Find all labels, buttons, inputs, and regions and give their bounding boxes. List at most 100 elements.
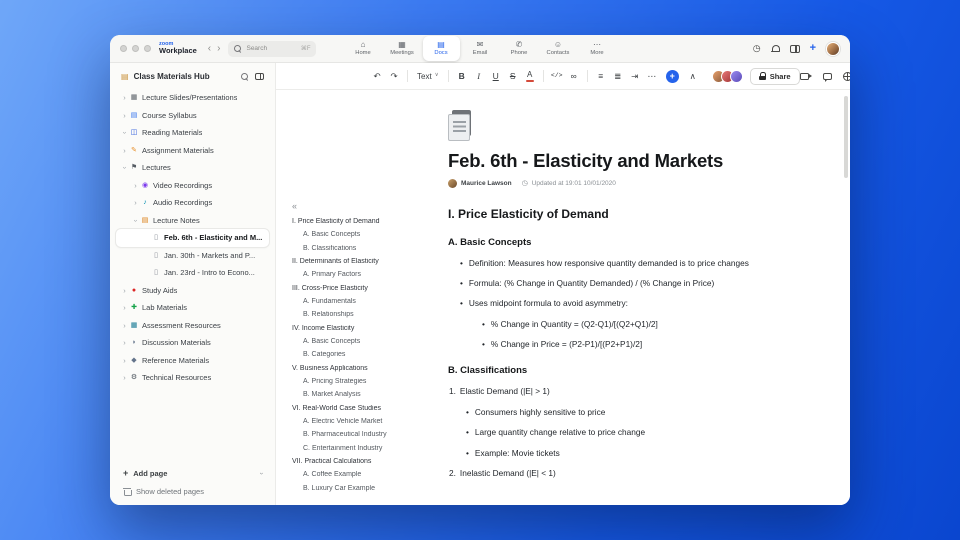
panel-toggle-icon[interactable] [789, 44, 800, 53]
outline-item[interactable]: A. Basic Concepts [292, 338, 446, 346]
chevron-down-icon[interactable]: › [120, 128, 129, 137]
strikethrough-button[interactable]: S [506, 68, 520, 84]
sidebar-item[interactable]: › ◉ Video Recordings [116, 177, 269, 195]
chevron-down-icon[interactable]: › [257, 472, 264, 474]
tab-contacts[interactable]: ☺ Contacts [540, 36, 577, 61]
sidebar-item[interactable]: › ⚙ Technical Resources [116, 369, 269, 387]
bullet-item[interactable]: • % Change in Price = (P2-P1)/[(P2+P1)/2… [448, 339, 780, 350]
bullet-item[interactable]: • Large quantity change relative to pric… [448, 427, 780, 438]
bullet-item[interactable]: • Example: Movie tickets [448, 448, 780, 459]
scrollbar-thumb[interactable] [844, 96, 848, 178]
redo-button[interactable]: ↷ [387, 68, 401, 84]
tab-meetings[interactable]: ▦ Meetings [384, 36, 421, 61]
numbered-item[interactable]: 1. Elastic Demand (|E| > 1) [448, 386, 780, 397]
bullet-list-button[interactable]: ≡ [594, 68, 608, 84]
recents-clock-icon[interactable]: ◷ [753, 44, 761, 53]
collaborator-avatar[interactable] [729, 69, 743, 83]
sidebar-item[interactable]: › ▤ Course Syllabus [116, 107, 269, 125]
collapse-outline-icon[interactable]: « [292, 202, 446, 211]
outline-item[interactable]: A. Pricing Strategies [292, 378, 446, 386]
sidebar-collapse-icon[interactable] [255, 73, 264, 80]
sidebar-item[interactable]: › ▤ Lecture Notes [116, 212, 269, 230]
chevron-right-icon[interactable]: › [120, 111, 129, 120]
sidebar-item[interactable]: › ◗ Discussion Materials [116, 334, 269, 352]
forward-button[interactable]: › [214, 43, 223, 54]
chevron-right-icon[interactable]: › [120, 356, 129, 365]
close-window-button[interactable] [120, 45, 127, 52]
outline-item[interactable]: B. Classifications [292, 245, 446, 253]
text-style-dropdown[interactable]: Text ∨ [414, 72, 442, 81]
outline-item[interactable]: B. Categories [292, 351, 446, 359]
sidebar-item[interactable]: › ● Study Aids [116, 282, 269, 300]
chevron-right-icon[interactable]: › [120, 146, 129, 155]
outline-item[interactable]: B. Market Analysis [292, 391, 446, 399]
undo-button[interactable]: ↶ [370, 68, 384, 84]
text-color-button[interactable]: A [523, 68, 537, 84]
heading-3[interactable]: B. Classifications [448, 365, 780, 376]
sidebar-item[interactable]: › ▦ Lecture Slides/Presentations [116, 89, 269, 107]
outline-item[interactable]: A. Electric Vehicle Market [292, 418, 446, 426]
sidebar-item[interactable]: ▯ Jan. 30th - Markets and P... [116, 247, 269, 265]
sidebar-search-icon[interactable] [241, 72, 249, 81]
bullet-item[interactable]: • Definition: Measures how responsive qu… [448, 258, 780, 269]
chevron-right-icon[interactable]: › [120, 304, 129, 312]
share-button[interactable]: Share [749, 67, 800, 85]
globe-icon[interactable] [842, 71, 850, 81]
tab-phone[interactable]: ✆ Phone [501, 36, 538, 61]
notifications-bell-icon[interactable] [770, 44, 781, 53]
outline-item[interactable]: IV. Income Elasticity [292, 325, 446, 333]
bold-button[interactable]: B [455, 68, 469, 84]
sidebar-item[interactable]: › ✚ Lab Materials [116, 299, 269, 317]
outline-item[interactable]: VII. Practical Calculations [292, 458, 446, 466]
chevron-right-icon[interactable]: › [131, 181, 140, 190]
back-button[interactable]: ‹ [205, 43, 214, 54]
outline-item[interactable]: I. Price Elasticity of Demand [292, 218, 446, 226]
sidebar-item[interactable]: ▯ Jan. 23rd - Intro to Econo... [116, 264, 269, 282]
sidebar-item[interactable]: › ◫ Reading Materials [116, 124, 269, 142]
outline-item[interactable]: B. Pharmaceutical Industry [292, 431, 446, 439]
user-avatar[interactable] [826, 41, 840, 56]
sidebar-item[interactable]: › ⚑ Lectures [116, 159, 269, 177]
tab-more[interactable]: ⋯ More [579, 36, 616, 61]
sidebar-item[interactable]: ▯ Feb. 6th - Elasticity and M... [116, 229, 269, 247]
sidebar-item[interactable]: › ✎ Assignment Materials [116, 142, 269, 160]
outline-item[interactable]: II. Determinants of Elasticity [292, 258, 446, 266]
indent-button[interactable]: ⇥ [628, 68, 642, 84]
outline-item[interactable]: V. Business Applications [292, 365, 446, 373]
chevron-right-icon[interactable]: › [120, 286, 129, 295]
tab-docs[interactable]: ▤ Docs [422, 36, 460, 61]
sidebar-item[interactable]: › ▦ Assessment Resources [116, 317, 269, 335]
bullet-item[interactable]: • Uses midpoint formula to avoid asymmet… [448, 298, 780, 309]
chevron-right-icon[interactable]: › [120, 321, 129, 330]
chevron-right-icon[interactable]: › [131, 199, 140, 207]
tab-home[interactable]: ⌂ Home [345, 36, 382, 61]
chevron-right-icon[interactable]: › [120, 339, 129, 347]
global-search-input[interactable]: Search ⌘F [228, 40, 317, 57]
bullet-item[interactable]: • % Change in Quantity = (Q2-Q1)/[(Q2+Q1… [448, 319, 780, 330]
outline-item[interactable]: B. Luxury Car Example [292, 485, 446, 493]
heading-3[interactable]: A. Basic Concepts [448, 237, 780, 248]
numbered-item[interactable]: 2. Inelastic Demand (|E| < 1) [448, 468, 780, 479]
outline-item[interactable]: A. Primary Factors [292, 271, 446, 279]
outline-item[interactable]: B. Relationships [292, 311, 446, 319]
sidebar-item[interactable]: › ◆ Reference Materials [116, 352, 269, 370]
document-title[interactable]: Feb. 6th - Elasticity and Markets [448, 151, 780, 171]
outline-item[interactable]: A. Basic Concepts [292, 231, 446, 239]
outline-item[interactable]: III. Cross-Price Elasticity [292, 285, 446, 293]
tab-email[interactable]: ✉ Email [462, 36, 499, 61]
comments-icon[interactable] [822, 72, 832, 82]
outline-item[interactable]: A. Fundamentals [292, 298, 446, 306]
chevron-down-icon[interactable]: › [120, 163, 129, 172]
chevron-down-icon[interactable]: › [131, 216, 140, 225]
outline-item[interactable]: A. Coffee Example [292, 471, 446, 479]
collapse-toolbar-button[interactable]: ∧ [686, 68, 700, 84]
chevron-right-icon[interactable]: › [120, 374, 129, 382]
minimize-window-button[interactable] [132, 45, 139, 52]
heading-2[interactable]: I. Price Elasticity of Demand [448, 208, 780, 221]
more-formatting-button[interactable]: ⋯ [645, 68, 659, 84]
quick-add-button[interactable]: + [810, 43, 816, 54]
sidebar-item[interactable]: › ♪ Audio Recordings [116, 194, 269, 212]
bullet-item[interactable]: • Consumers highly sensitive to price [448, 407, 780, 418]
italic-button[interactable]: I [472, 68, 486, 84]
outline-item[interactable]: C. Entertainment Industry [292, 445, 446, 453]
